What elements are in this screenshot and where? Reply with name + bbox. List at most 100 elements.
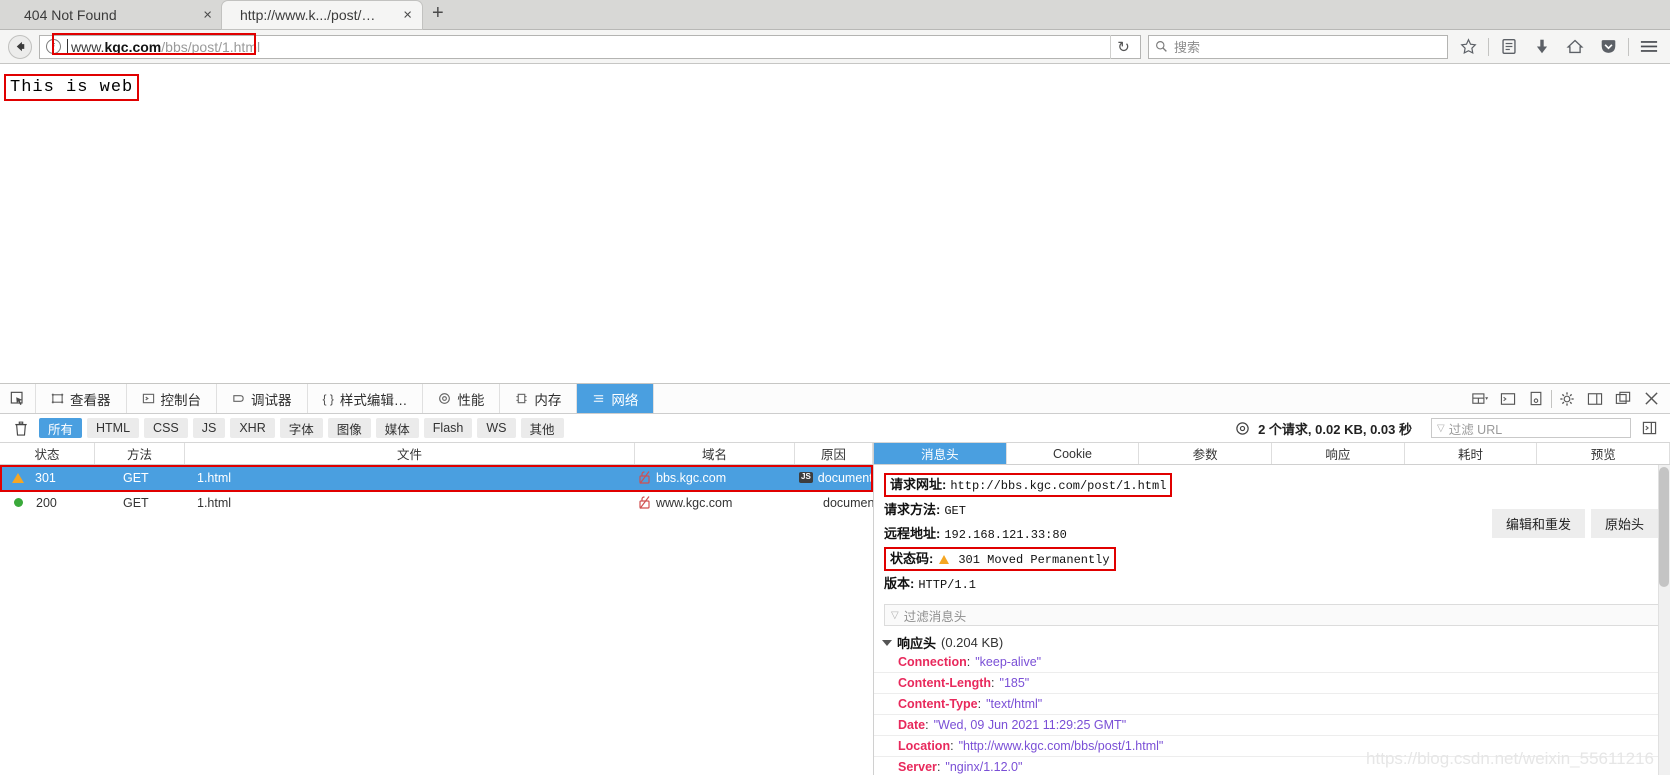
scrollbar-thumb[interactable] bbox=[1659, 467, 1669, 587]
insecure-lock-icon bbox=[639, 496, 650, 509]
devtools-tab-debugger[interactable]: 调试器 bbox=[217, 384, 308, 413]
table-row[interactable]: 301 GET 1.html bbs.kgc.com JS document bbox=[0, 465, 873, 490]
hamburger-menu-icon[interactable] bbox=[1636, 34, 1662, 60]
detail-tab-preview[interactable]: 预览 bbox=[1537, 443, 1670, 464]
status-code: 301 bbox=[35, 470, 56, 485]
column-header-status[interactable]: 状态 bbox=[0, 443, 95, 464]
status-ok-dot-icon bbox=[14, 498, 23, 507]
split-console-icon[interactable] bbox=[1495, 386, 1521, 412]
network-table-header: 状态 方法 文件 域名 原因 bbox=[0, 443, 873, 465]
browser-navigation-bar: i www.kgc.com /bbs/post/1.html ↻ 搜索 bbox=[0, 30, 1670, 64]
search-bar[interactable]: 搜索 bbox=[1148, 34, 1448, 59]
insecure-lock-icon bbox=[639, 471, 650, 484]
edit-and-resend-button[interactable]: 编辑和重发 bbox=[1491, 509, 1585, 538]
filter-url-input[interactable]: ▽ 过滤 URL bbox=[1431, 418, 1631, 438]
status-code: 200 bbox=[36, 495, 57, 510]
devtools-tab-bar: 查看器 控制台 调试器 { } 样式编辑… 性能 内存 网络 bbox=[0, 384, 1670, 414]
clear-requests-icon[interactable] bbox=[8, 421, 34, 436]
filter-chip-flash[interactable]: Flash bbox=[423, 418, 473, 438]
filter-chip-xhr[interactable]: XHR bbox=[230, 418, 275, 438]
detail-tab-response[interactable]: 响应 bbox=[1272, 443, 1405, 464]
close-icon[interactable]: × bbox=[203, 8, 212, 23]
column-header-method[interactable]: 方法 bbox=[95, 443, 185, 464]
header-name: Connection bbox=[898, 655, 967, 669]
browser-tab-title: 404 Not Found bbox=[24, 7, 117, 23]
close-icon[interactable] bbox=[1638, 386, 1664, 412]
detail-action-buttons: 编辑和重发 原始头 bbox=[1491, 509, 1658, 538]
devtools-tab-memory[interactable]: 内存 bbox=[500, 384, 578, 413]
cell-method: GET bbox=[123, 470, 149, 485]
header-name: Content-Length bbox=[898, 676, 992, 690]
devtools-tab-console[interactable]: 控制台 bbox=[127, 384, 217, 413]
filter-chip-html[interactable]: HTML bbox=[87, 418, 140, 438]
toolbar-divider bbox=[1628, 37, 1629, 56]
response-headers-section[interactable]: 响应头 (0.204 KB) bbox=[874, 633, 1670, 652]
column-header-domain[interactable]: 域名 bbox=[635, 443, 795, 464]
cell-file: 1.html bbox=[197, 495, 232, 510]
devtools-tab-network[interactable]: 网络 bbox=[577, 384, 655, 413]
browser-tab-post[interactable]: http://www.k.../post/1.html × bbox=[222, 1, 422, 29]
close-icon[interactable]: × bbox=[403, 8, 412, 23]
version-row: 版本: HTTP/1.1 bbox=[884, 576, 976, 592]
detail-scrollbar[interactable] bbox=[1658, 465, 1670, 775]
column-header-cause[interactable]: 原因 bbox=[795, 443, 873, 464]
column-header-file[interactable]: 文件 bbox=[185, 443, 635, 464]
pocket-icon[interactable] bbox=[1595, 34, 1621, 60]
filter-chip-other[interactable]: 其他 bbox=[520, 418, 564, 438]
filter-chip-media[interactable]: 媒体 bbox=[375, 418, 419, 438]
filter-chip-css[interactable]: CSS bbox=[144, 418, 188, 438]
filter-chip-image[interactable]: 图像 bbox=[327, 418, 371, 438]
filter-headers-input[interactable]: ▽ 过滤消息头 bbox=[884, 604, 1660, 626]
address-bar-text[interactable]: www.kgc.com /bbs/post/1.html bbox=[67, 39, 1110, 55]
filter-chip-all[interactable]: 所有 bbox=[39, 418, 83, 438]
devtools-panel: 查看器 控制台 调试器 { } 样式编辑… 性能 内存 网络 所有 HTML C… bbox=[0, 383, 1670, 775]
element-picker-icon[interactable] bbox=[0, 384, 36, 413]
table-row[interactable]: 200 GET 1.html www.kgc.com document bbox=[0, 490, 873, 515]
screenshot-icon[interactable] bbox=[1523, 386, 1549, 412]
devtools-tab-inspector[interactable]: 查看器 bbox=[36, 384, 127, 413]
detail-tab-headers[interactable]: 消息头 bbox=[874, 443, 1007, 464]
filter-chip-js[interactable]: JS bbox=[192, 418, 226, 438]
info-icon[interactable]: i bbox=[46, 39, 61, 54]
library-icon[interactable] bbox=[1496, 34, 1522, 60]
dock-side-icon[interactable] bbox=[1582, 386, 1608, 412]
header-value: "http://www.kgc.com/bbs/post/1.html" bbox=[958, 739, 1164, 753]
back-arrow-icon[interactable] bbox=[8, 34, 32, 59]
devtools-tab-label: 性能 bbox=[457, 392, 485, 408]
toggle-detail-pane-icon[interactable] bbox=[1636, 415, 1662, 441]
download-icon[interactable] bbox=[1529, 34, 1555, 60]
page-body-text: This is web bbox=[4, 74, 140, 101]
new-tab-button[interactable]: + bbox=[422, 3, 454, 25]
devtools-tab-performance[interactable]: 性能 bbox=[423, 384, 501, 413]
cell-cause: document bbox=[823, 495, 873, 510]
page-content: This is web bbox=[0, 65, 1670, 383]
network-summary: 2 个请求, 0.02 KB, 0.03 秒 bbox=[1235, 419, 1412, 438]
status-code-row: 状态码: 301 Moved Permanently bbox=[884, 547, 1116, 571]
raw-headers-button[interactable]: 原始头 bbox=[1590, 509, 1658, 538]
gear-icon[interactable] bbox=[1554, 386, 1580, 412]
devtools-tab-label: 调试器 bbox=[251, 392, 292, 408]
browser-tab-title: http://www.k.../post/1.html bbox=[240, 7, 380, 23]
home-icon[interactable] bbox=[1562, 34, 1588, 60]
debugger-icon bbox=[232, 392, 245, 405]
detail-tab-cookie[interactable]: Cookie bbox=[1007, 443, 1140, 464]
address-bar[interactable]: i www.kgc.com /bbs/post/1.html ↻ bbox=[39, 34, 1141, 59]
network-detail-panel: 消息头 Cookie 参数 响应 耗时 预览 请求网址: http://bbs.… bbox=[873, 443, 1670, 775]
cell-domain: www.kgc.com bbox=[635, 490, 795, 515]
network-rows-container: 301 GET 1.html bbs.kgc.com JS document 2… bbox=[0, 465, 873, 515]
header-row: Location: "http://www.kgc.com/bbs/post/1… bbox=[874, 736, 1670, 757]
filter-chip-ws[interactable]: WS bbox=[477, 418, 516, 438]
separate-window-icon[interactable] bbox=[1610, 386, 1636, 412]
header-row: Date: "Wed, 09 Jun 2021 11:29:25 GMT" bbox=[874, 715, 1670, 736]
filter-chip-font[interactable]: 字体 bbox=[279, 418, 323, 438]
detail-tab-params[interactable]: 参数 bbox=[1139, 443, 1273, 464]
reload-icon[interactable]: ↻ bbox=[1110, 34, 1136, 59]
star-icon[interactable] bbox=[1455, 34, 1481, 60]
detail-tab-timings[interactable]: 耗时 bbox=[1405, 443, 1538, 464]
js-badge-icon: JS bbox=[799, 472, 813, 483]
browser-tab-404[interactable]: 404 Not Found × bbox=[6, 1, 222, 29]
responsive-layout-icon[interactable] bbox=[1467, 386, 1493, 412]
devtools-tab-style-editor[interactable]: { } 样式编辑… bbox=[308, 384, 424, 413]
performance-analysis-icon[interactable] bbox=[1235, 421, 1250, 436]
header-name: Server bbox=[898, 760, 937, 774]
